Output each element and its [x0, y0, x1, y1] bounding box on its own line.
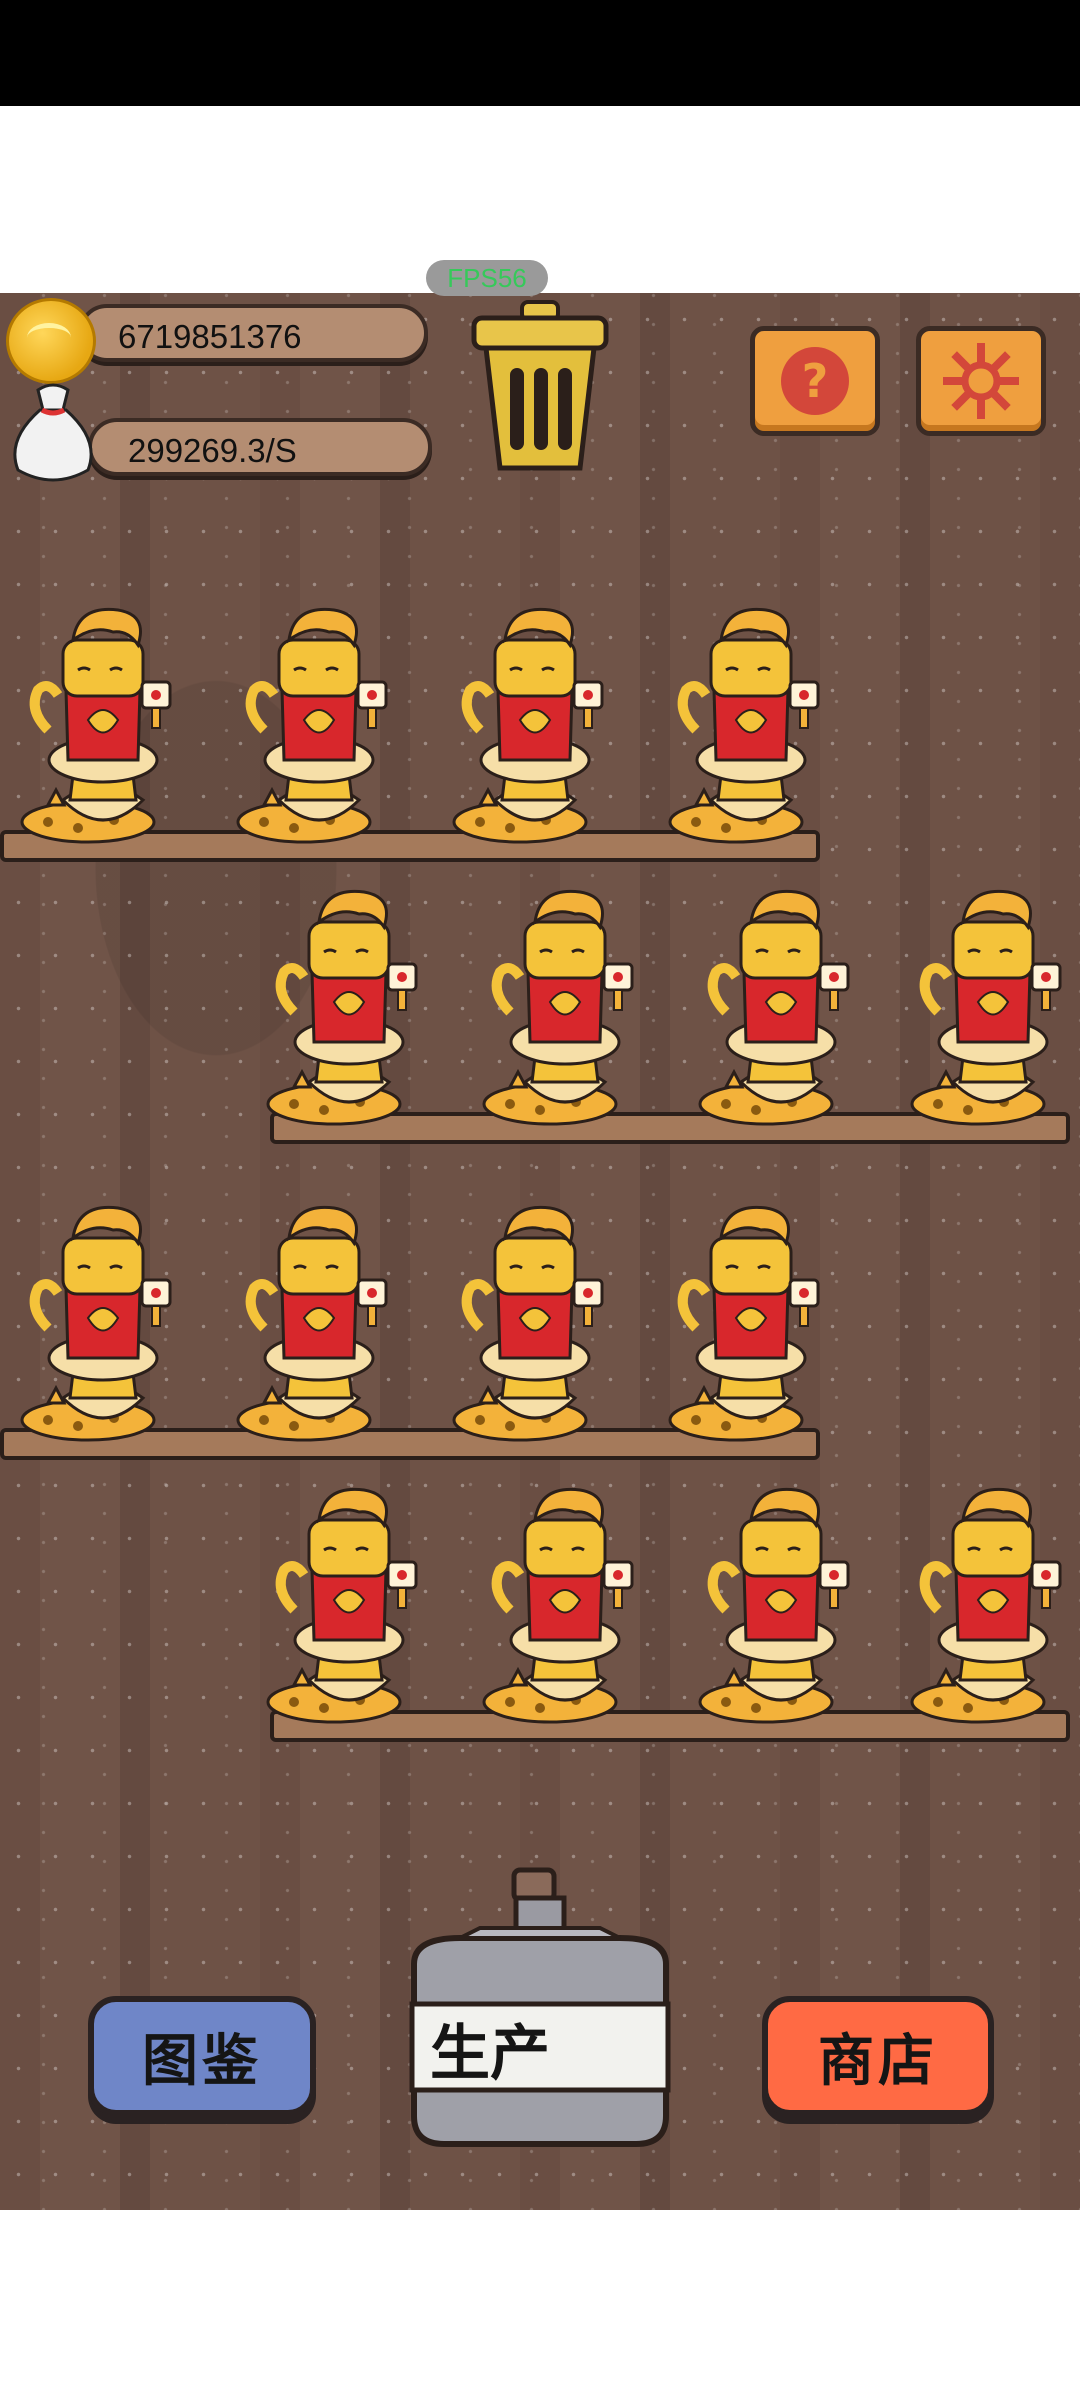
help-button[interactable]: ?	[750, 326, 880, 436]
produce-label: 生产	[430, 2019, 550, 2087]
cat-figurine[interactable]	[234, 600, 404, 850]
svg-text:?: ?	[802, 354, 829, 408]
collection-button[interactable]: 图鉴	[88, 1996, 316, 2116]
cat-figurine[interactable]	[696, 882, 866, 1132]
cat-figurine[interactable]	[18, 1198, 188, 1448]
question-mark-icon: ?	[781, 347, 849, 415]
coin-counter: 6719851376	[78, 304, 428, 362]
cat-figurine[interactable]	[234, 1198, 404, 1448]
collection-label: 图鉴	[142, 2028, 262, 2092]
cat-figurine[interactable]	[480, 882, 650, 1132]
coin-icon	[6, 298, 96, 384]
cat-figurine[interactable]	[666, 1198, 836, 1448]
cat-figurine[interactable]	[908, 1480, 1078, 1730]
cat-figurine[interactable]	[450, 1198, 620, 1448]
income-rate-value: 299269.3/S	[128, 432, 297, 469]
cat-figurine[interactable]	[480, 1480, 650, 1730]
cat-figurine[interactable]	[18, 600, 188, 850]
money-bag-icon	[13, 383, 93, 482]
status-bar	[0, 0, 1080, 106]
cat-figurine[interactable]	[450, 600, 620, 850]
fps-counter: FPS56	[426, 260, 548, 296]
gear-icon	[943, 343, 1019, 419]
shop-button[interactable]: 商店	[762, 1996, 994, 2116]
shop-label: 商店	[818, 2028, 938, 2092]
cat-figurine[interactable]	[264, 882, 434, 1132]
cat-figurine[interactable]	[696, 1480, 866, 1730]
coin-amount: 6719851376	[118, 318, 302, 355]
cat-figurine[interactable]	[908, 882, 1078, 1132]
trash-can-icon[interactable]	[460, 296, 620, 476]
settings-button[interactable]	[916, 326, 1046, 436]
cat-figurine[interactable]	[264, 1480, 434, 1730]
cat-figurine[interactable]	[666, 600, 836, 850]
produce-button[interactable]: 生产	[412, 2006, 668, 2090]
income-rate: 299269.3/S	[88, 418, 432, 476]
